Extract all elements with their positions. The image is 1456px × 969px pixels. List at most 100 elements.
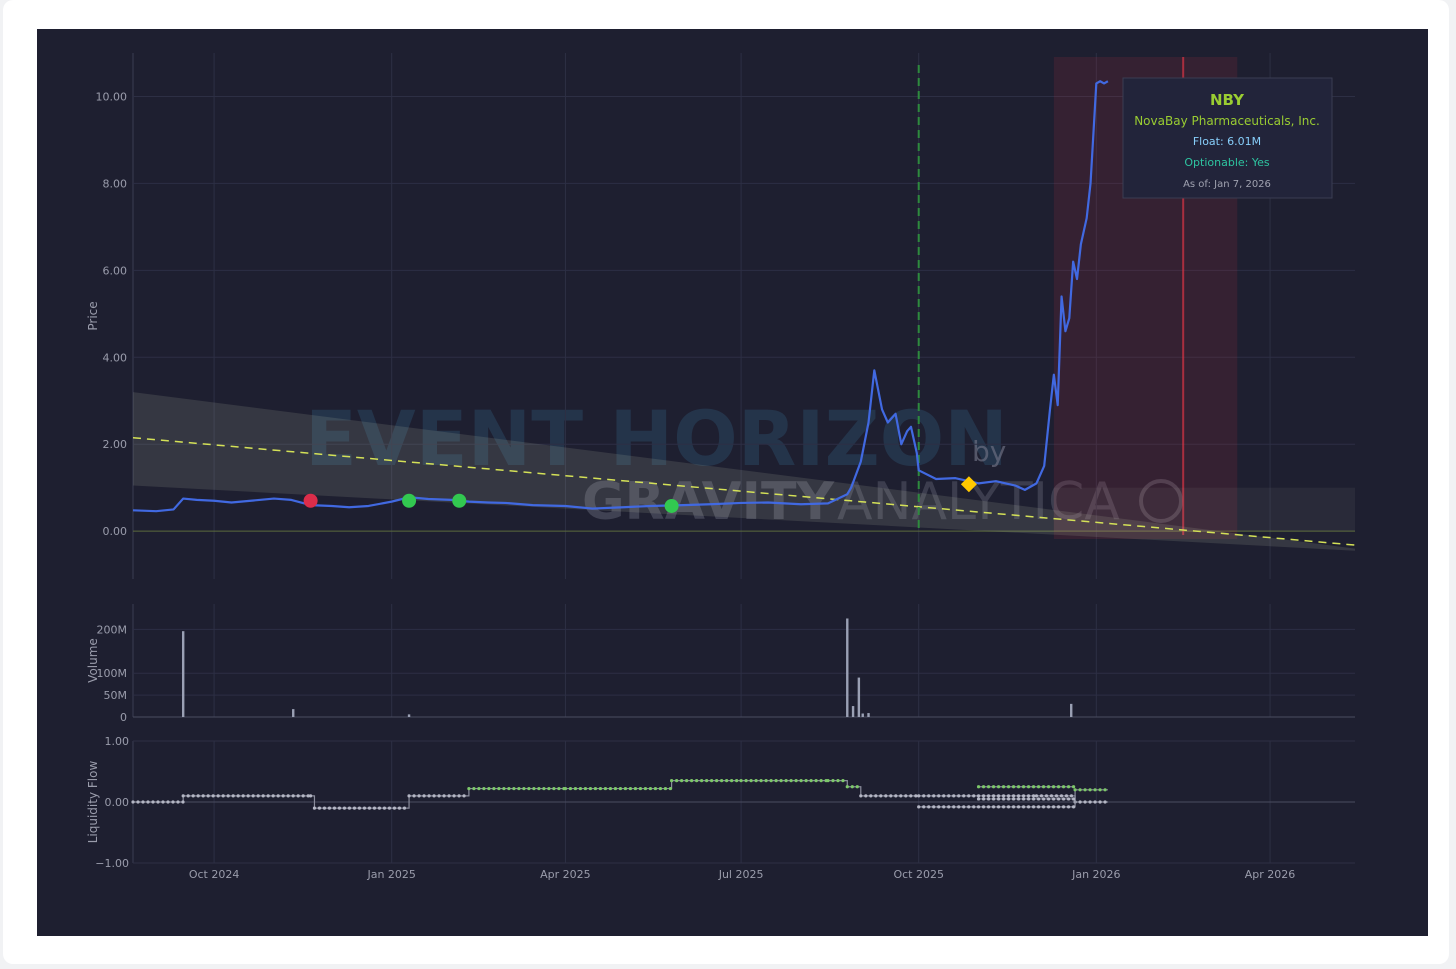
liquidity-dot (286, 794, 290, 798)
liquidity-dot (261, 794, 265, 798)
liquidity-dot (952, 794, 956, 798)
volume-bar (857, 677, 861, 717)
liquidity-dot (730, 779, 734, 783)
x-tick-label: Oct 2024 (189, 868, 240, 881)
liquidity-dot (1073, 788, 1077, 792)
liquidity-dot (1031, 785, 1036, 789)
volume-bar (851, 706, 855, 717)
event-horizon-chart[interactable]: EVENT HORIZON by GRAVITY ANALYTICA 0.002… (37, 29, 1428, 936)
volume-bar (181, 631, 185, 717)
volume-bar (861, 713, 864, 717)
liquidity-dot (1031, 794, 1036, 798)
liquidity-dot (437, 794, 441, 798)
liquidity-dot (1069, 794, 1074, 798)
liquidity-dot (904, 794, 908, 798)
liquidity-dot (161, 800, 165, 804)
liquidity-dot (789, 779, 793, 783)
liquidity-dot (1083, 800, 1087, 804)
liquidity-dot (557, 786, 561, 791)
liquidity-tick-label: 1.00 (105, 735, 130, 748)
sell-signal-marker (303, 493, 318, 508)
liquidity-dot (628, 786, 633, 791)
liquidity-dot (869, 794, 873, 798)
liquidity-dot (309, 794, 313, 798)
liquidity-dot (357, 806, 362, 810)
liquidity-dot (1041, 785, 1046, 789)
liquidity-dot (927, 805, 931, 809)
liquidity-dot (884, 794, 888, 798)
liquidity-dot (855, 785, 859, 789)
liquidity-dot (1001, 794, 1006, 798)
liquidity-dot (784, 779, 788, 783)
x-tick-label: Jan 2026 (1071, 868, 1120, 881)
liquidity-dot (1031, 797, 1036, 801)
liquidity-dot (613, 786, 618, 791)
liquidity-dot (976, 785, 981, 789)
liquidity-dot (986, 794, 991, 798)
liquidity-dot (909, 794, 913, 798)
liquidity-dot (588, 786, 593, 791)
price-tick-label: 0.00 (103, 525, 128, 538)
liquidity-dot (462, 794, 466, 798)
liquidity-dot (744, 779, 748, 783)
liquidity-dot (927, 794, 931, 798)
liquidity-dot (991, 805, 996, 809)
liquidity-dot (598, 786, 603, 791)
liquidity-dot (1078, 788, 1082, 792)
x-tick-label: Oct 2025 (893, 868, 944, 881)
liquidity-dot (1061, 797, 1066, 801)
liquidity-dot (1088, 788, 1092, 792)
liquidity-dot (700, 779, 704, 783)
liquidity-dot (578, 786, 583, 791)
liquidity-dot (176, 800, 180, 804)
liquidity-dot (922, 805, 926, 809)
liquidity-dot (181, 794, 185, 798)
price-tick-label: 6.00 (103, 264, 128, 277)
volume-panel (181, 618, 1073, 717)
as-of-date: As of: Jan 7, 2026 (1183, 179, 1271, 190)
liquidity-dot (362, 806, 367, 810)
x-tick-label: Apr 2026 (1245, 868, 1296, 881)
liquidity-dot (981, 794, 986, 798)
liquidity-dot (191, 794, 195, 798)
liquidity-dot (1026, 797, 1031, 801)
liquidity-dot (986, 797, 991, 801)
liquidity-dot (201, 794, 205, 798)
liquidity-dot (593, 786, 598, 791)
liquidity-dot (442, 794, 446, 798)
optionable-status: Optionable: Yes (1184, 156, 1269, 169)
liquidity-dot (1056, 805, 1061, 809)
liquidity-dot (1036, 785, 1041, 789)
liquidity-dot (542, 786, 546, 791)
liquidity-dot (226, 794, 230, 798)
liquidity-dot (322, 806, 327, 810)
liquidity-dot (981, 805, 986, 809)
liquidity-dot (131, 800, 135, 804)
liquidity-dot (996, 785, 1001, 789)
liquidity-dot (967, 805, 971, 809)
volume-bar (846, 618, 849, 717)
liquidity-dot (251, 794, 255, 798)
liquidity-dot (1039, 794, 1044, 798)
liquidity-dot (764, 779, 768, 783)
liquidity-dot (1083, 788, 1087, 792)
liquidity-dot (507, 786, 511, 791)
liquidity-dot (894, 794, 898, 798)
liquidity-dot (1011, 805, 1016, 809)
liquidity-dot (991, 794, 996, 798)
volume-bar (867, 713, 870, 717)
liquidity-tick-label: −1.00 (95, 857, 129, 870)
liquidity-dot (452, 794, 456, 798)
liquidity-dot (826, 779, 830, 783)
liquidity-dot (427, 794, 431, 798)
liquidity-dot (1059, 794, 1064, 798)
liquidity-dot (947, 794, 951, 798)
liquidity-dot (467, 786, 471, 791)
liquidity-dot (537, 786, 541, 791)
liquidity-dot (221, 794, 225, 798)
liquidity-dot (670, 779, 674, 783)
liquidity-dot (889, 794, 893, 798)
liquidity-dot (573, 786, 578, 791)
liquidity-dot (291, 794, 295, 798)
price-tick-label: 10.00 (96, 90, 128, 103)
